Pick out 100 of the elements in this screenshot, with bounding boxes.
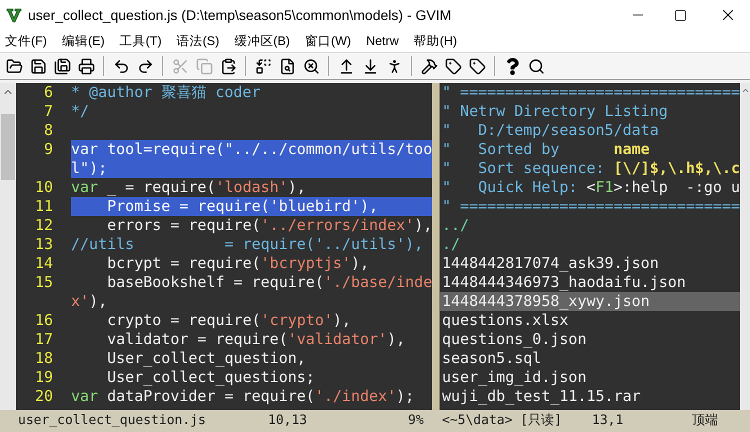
scrollbar[interactable] xyxy=(0,83,16,410)
status-percent: 9% xyxy=(408,412,424,430)
printer-icon[interactable] xyxy=(78,58,94,74)
code-text: " Sort sequence: xyxy=(442,159,606,177)
question-mark-icon[interactable] xyxy=(504,58,520,74)
save-all-icon[interactable] xyxy=(54,58,70,74)
code-text: " =============================== xyxy=(442,197,740,215)
paste-icon[interactable] xyxy=(220,58,236,74)
line-number: 15 xyxy=(34,273,53,291)
menu-item[interactable]: 缓冲区(B) xyxy=(234,32,290,50)
code-text: [\/]$,\.h$,\.c xyxy=(614,159,740,177)
code-text: >:help -:go u xyxy=(614,178,740,196)
menu-item[interactable]: 工具(T) xyxy=(120,32,162,50)
code-text: Promise = require( xyxy=(106,197,270,215)
code-text: < xyxy=(586,178,596,196)
line-number: 20 xyxy=(34,387,53,405)
line-number: 13 xyxy=(34,235,53,253)
window-title: user_collect_question.js (D:\temp\season5\common\models) - GVIM xyxy=(28,6,452,25)
tag-icon[interactable] xyxy=(468,58,486,74)
file-entry[interactable]: 1448444346973_haodaifu.json xyxy=(440,273,740,292)
code-text: validator = require( xyxy=(106,330,288,348)
code-text: F1 xyxy=(596,178,614,196)
code-text: baseBookshelf = require( xyxy=(106,273,324,291)
line-number: 11 xyxy=(34,197,53,215)
code-text: User_collect_questions; xyxy=(106,368,315,386)
code-text: " =============================== xyxy=(442,83,740,101)
app-logo-icon xyxy=(6,7,22,23)
code-text: ), xyxy=(414,216,432,234)
code-text: 'bcryptjs' xyxy=(260,254,351,272)
code-text: '../errors/index' xyxy=(260,216,414,234)
scrollbar-thumb[interactable] xyxy=(1,114,15,180)
line-number: 14 xyxy=(34,254,53,272)
menu-item[interactable]: Netrw xyxy=(366,32,399,50)
scroll-up-icon[interactable] xyxy=(740,86,750,95)
file-entry[interactable]: season5.sql xyxy=(440,349,740,368)
save-icon[interactable] xyxy=(30,58,46,74)
code-text: ); xyxy=(89,159,108,177)
file-entry[interactable]: ../ xyxy=(440,216,740,235)
line-number: 9 xyxy=(44,140,53,158)
code-text: name xyxy=(614,140,650,158)
file-entry[interactable]: questions.xlsx xyxy=(440,311,740,330)
code-text: 'crypto' xyxy=(260,311,333,329)
code-text: " Sorted by xyxy=(442,140,560,158)
file-entry[interactable]: questions_0.json xyxy=(440,330,740,349)
menu-item[interactable]: 帮助(H) xyxy=(414,32,458,50)
file-entry[interactable]: wuji_db_test_11.15.rar xyxy=(440,387,740,406)
file-entry[interactable]: 1448444378958_xywy.json xyxy=(440,292,740,311)
code-text: //utils = require('../utils'), xyxy=(71,235,424,253)
undo-icon[interactable] xyxy=(112,58,130,74)
line-number: 16 xyxy=(34,311,53,329)
line-number: 18 xyxy=(34,349,53,367)
menu-item[interactable]: 窗口(W) xyxy=(304,32,352,50)
code-text: var xyxy=(71,140,98,158)
code-text: './index' xyxy=(314,387,396,405)
line-number: 19 xyxy=(34,368,53,386)
line-number: 10 xyxy=(34,178,53,196)
menu-item[interactable]: 文件(F) xyxy=(5,32,47,50)
maximize-icon[interactable] xyxy=(674,8,687,22)
code-text: " Quick Help: xyxy=(442,178,578,196)
code-text: ), xyxy=(288,178,306,196)
code-text: tool=require( xyxy=(106,140,225,158)
code-text: 'validator' xyxy=(288,330,388,348)
redo-icon[interactable] xyxy=(136,58,154,74)
scrollbar[interactable] xyxy=(740,83,750,410)
code-text: bcrypt = require( xyxy=(106,254,261,272)
code-text: errors = require( xyxy=(106,216,261,234)
folder-open-icon[interactable] xyxy=(6,58,22,74)
code-text: ), xyxy=(332,311,351,329)
code-text: l" xyxy=(71,159,90,177)
line-number: 17 xyxy=(34,330,53,348)
code-text: ), xyxy=(89,292,108,310)
line-number: 7 xyxy=(44,102,53,120)
code-text: ), xyxy=(360,197,378,215)
code-text: ); xyxy=(396,387,414,405)
tag-icon[interactable] xyxy=(444,58,462,74)
code-text: ), xyxy=(387,330,406,348)
code-text: x' xyxy=(71,292,90,310)
code-text: _ = require( xyxy=(106,178,216,196)
code-text: "../../common/utils/too xyxy=(224,140,432,158)
line-number: 6 xyxy=(44,83,53,101)
file-entry[interactable]: 1448442817074_ask39.json xyxy=(440,254,740,273)
status-file: <~5\data> [只读] xyxy=(442,412,563,430)
code-text: 'lodash' xyxy=(216,178,288,196)
search-icon[interactable] xyxy=(528,58,544,74)
menu-item[interactable]: 编辑(E) xyxy=(62,32,105,50)
code-text: User_collect_question, xyxy=(106,349,306,367)
code-text: var xyxy=(71,178,98,196)
code-text: " D:/temp/season5/data xyxy=(442,121,659,139)
status-percent: 顶端 xyxy=(692,412,718,430)
line-number: 8 xyxy=(44,121,53,139)
menu-item[interactable]: 语法(S) xyxy=(176,32,220,50)
code-text: 'bluebird' xyxy=(270,197,360,215)
status-position: 13,1 xyxy=(592,412,624,430)
replace-icon[interactable] xyxy=(254,58,272,74)
code-text: var xyxy=(71,387,98,405)
hammer-icon[interactable] xyxy=(420,58,438,74)
code-text: " Netrw Directory Listing xyxy=(442,102,668,120)
file-entry[interactable]: user_img_id.json xyxy=(440,368,740,387)
file-entry[interactable]: ./ xyxy=(440,235,740,254)
code-text: crypto = require( xyxy=(106,311,261,329)
